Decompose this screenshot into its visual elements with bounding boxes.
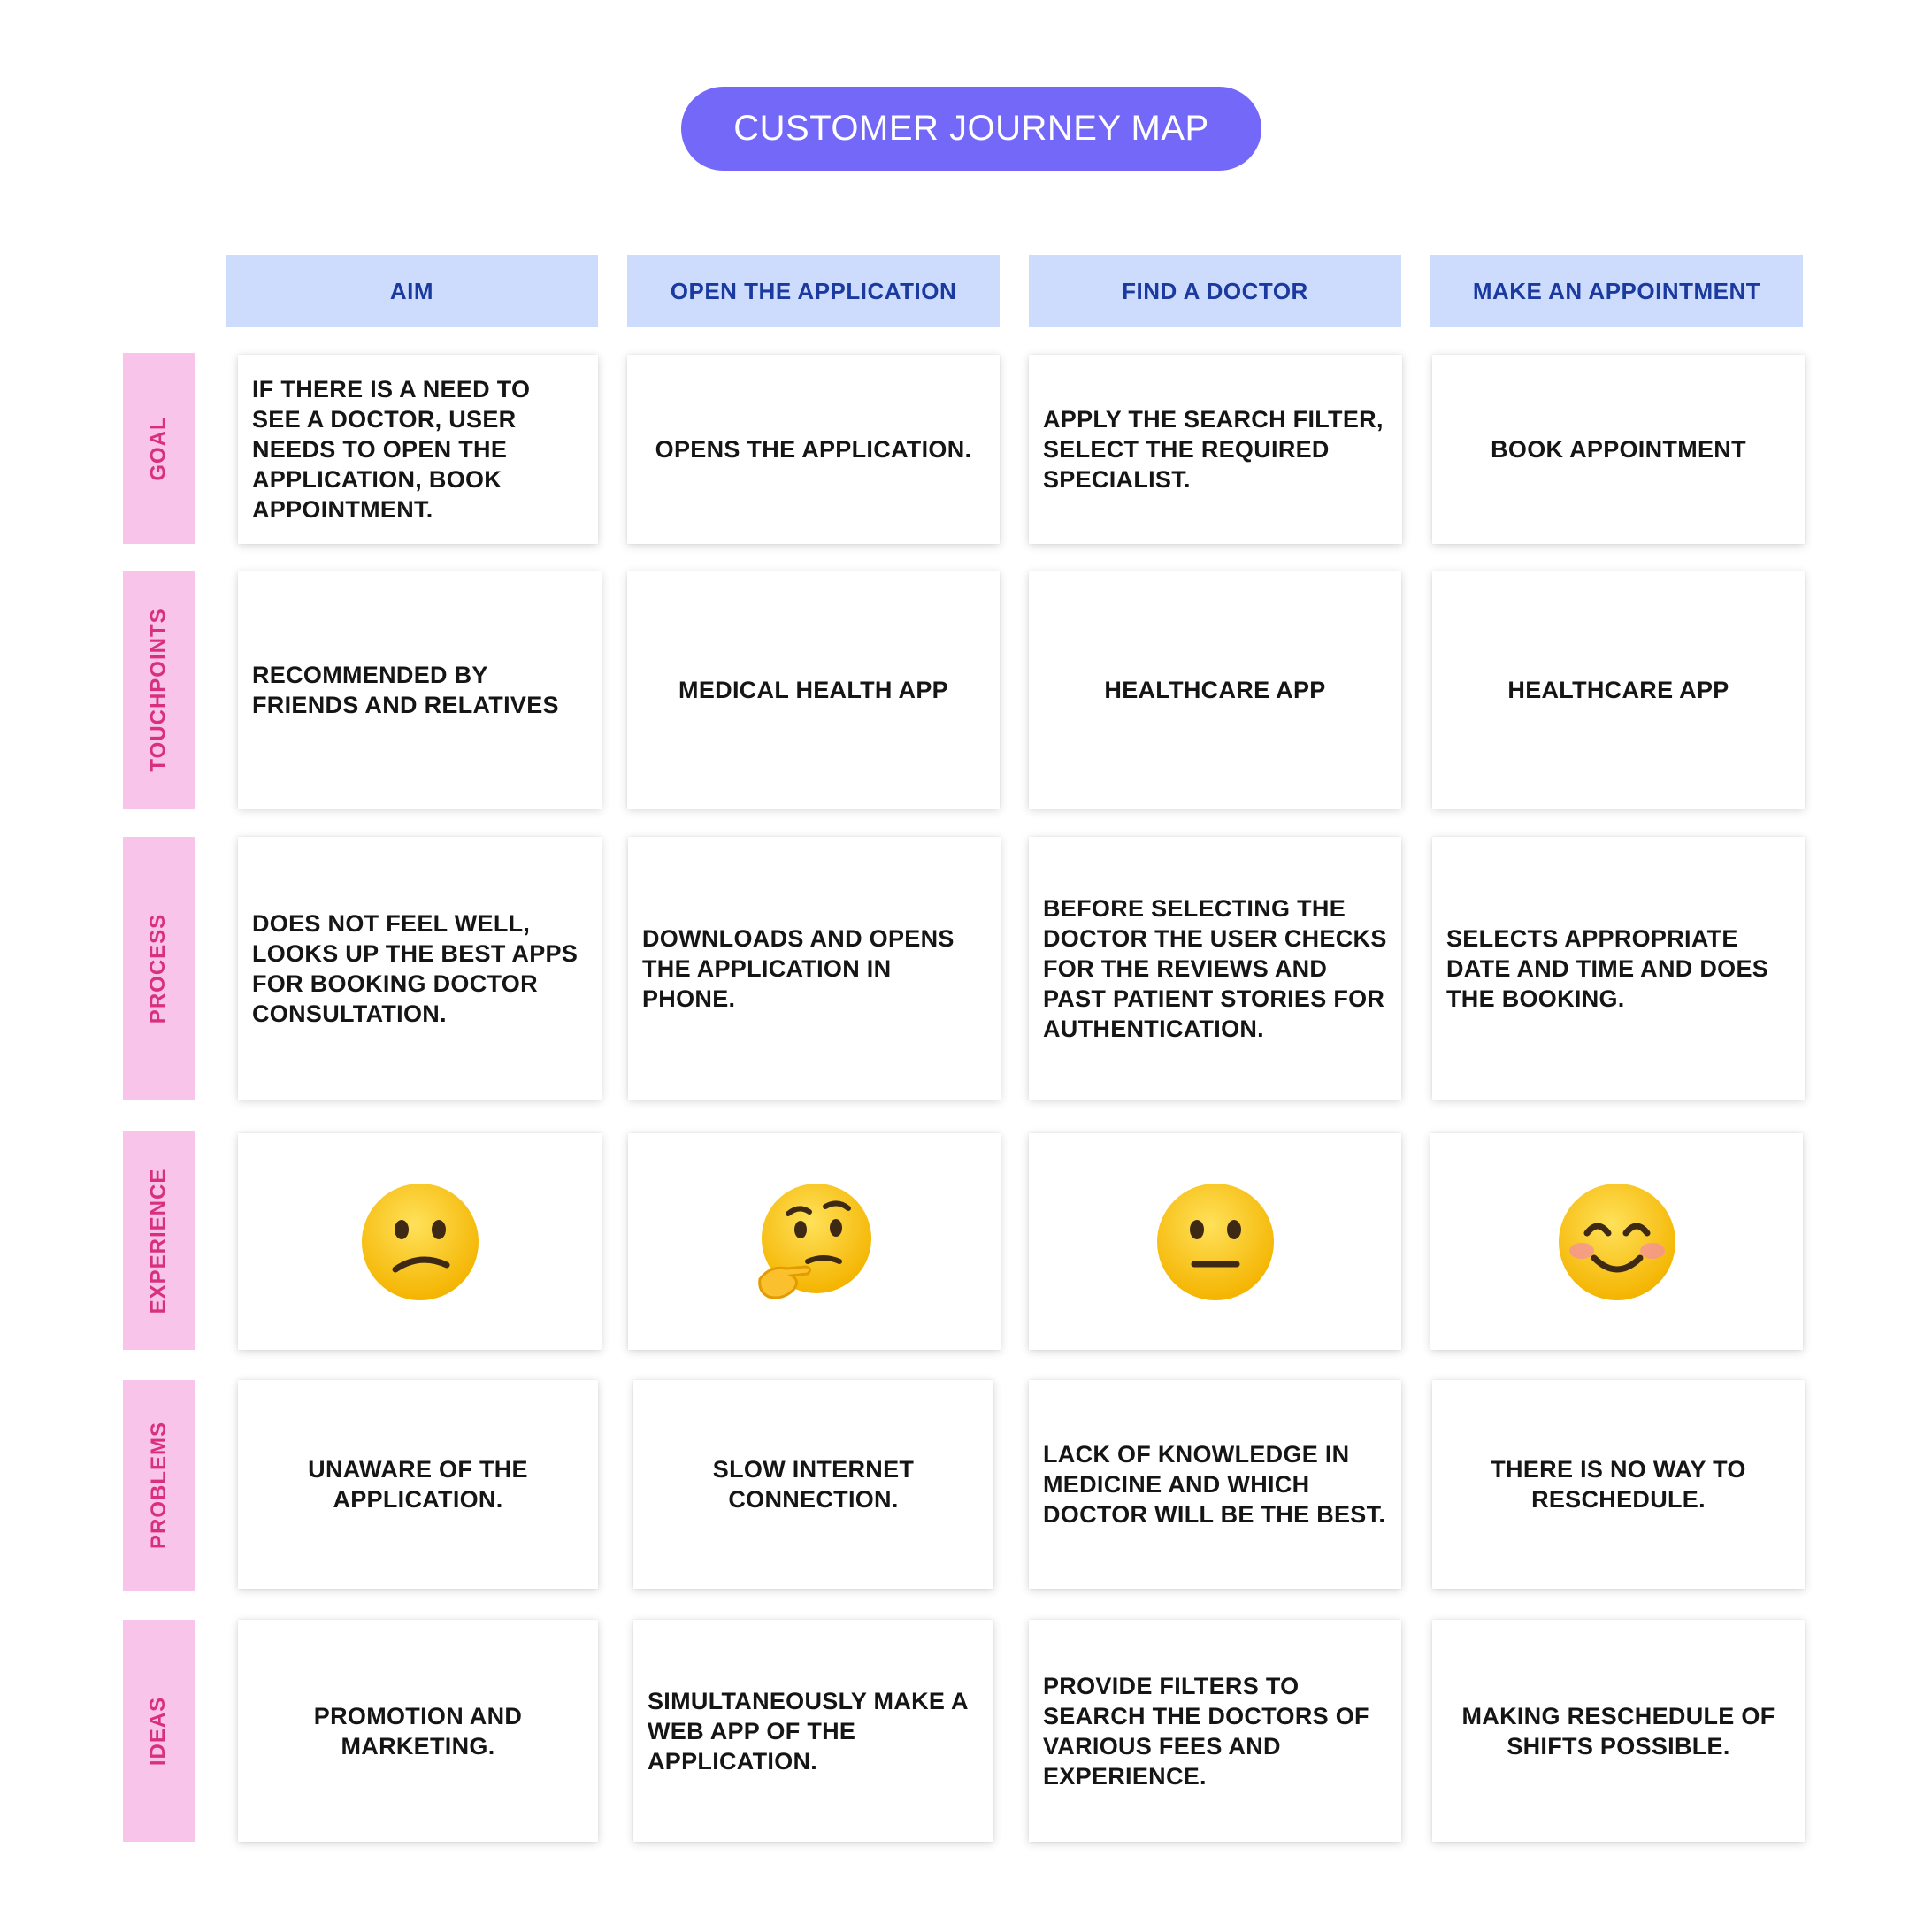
experience-cell-aim xyxy=(238,1133,602,1350)
problems-cell-make-appointment: THERE IS NO WAY TO RESCHEDULE. xyxy=(1432,1380,1805,1589)
column-header-find-doctor: FIND A DOCTOR xyxy=(1029,255,1401,327)
problems-cell-find-doctor: LACK OF KNOWLEDGE IN MEDICINE AND WHICH … xyxy=(1029,1380,1401,1589)
row-label-experience: EXPERIENCE xyxy=(123,1131,195,1350)
experience-cell-find-doctor xyxy=(1029,1133,1401,1350)
column-header-aim: AIM xyxy=(226,255,598,327)
column-header-make-appointment: MAKE AN APPOINTMENT xyxy=(1430,255,1803,327)
touchpoints-cell-find-doctor: HEALTHCARE APP xyxy=(1029,571,1401,809)
problems-cell-open-application: SLOW INTERNET CONNECTION. xyxy=(633,1380,993,1589)
thinking-face-icon xyxy=(757,1183,871,1299)
goal-cell-make-appointment: BOOK APPOINTMENT xyxy=(1432,355,1805,544)
goal-cell-find-doctor: APPLY THE SEARCH FILTER, SELECT THE REQU… xyxy=(1029,355,1402,544)
experience-cell-open-application xyxy=(628,1133,1000,1350)
ideas-cell-open-application: SIMULTANEOUSLY MAKE A WEB APP OF THE APP… xyxy=(633,1620,993,1842)
ideas-cell-make-appointment: MAKING RESCHEDULE OF SHIFTS POSSIBLE. xyxy=(1432,1620,1805,1842)
row-label-problems: PROBLEMS xyxy=(123,1380,195,1591)
problems-cell-aim: UNAWARE OF THE APPLICATION. xyxy=(238,1380,598,1589)
touchpoints-cell-make-appointment: HEALTHCARE APP xyxy=(1432,571,1805,809)
touchpoints-cell-aim: RECOMMENDED BY FRIENDS AND RELATIVES xyxy=(238,571,602,809)
process-cell-make-appointment: SELECTS APPROPRIATE DATE AND TIME AND DO… xyxy=(1432,837,1805,1100)
process-cell-aim: DOES NOT FEEL WELL, LOOKS UP THE BEST AP… xyxy=(238,837,602,1100)
confused-face-icon xyxy=(361,1183,479,1300)
goal-cell-open-application: OPENS THE APPLICATION. xyxy=(627,355,1000,544)
row-label-ideas: IDEAS xyxy=(123,1620,195,1842)
ideas-cell-aim: PROMOTION AND MARKETING. xyxy=(238,1620,598,1842)
page-title: CUSTOMER JOURNEY MAP xyxy=(681,87,1261,171)
touchpoints-cell-open-application: MEDICAL HEALTH APP xyxy=(627,571,1000,809)
goal-cell-aim: IF THERE IS A NEED TO SEE A DOCTOR, USER… xyxy=(238,355,598,544)
column-header-open-application: OPEN THE APPLICATION xyxy=(627,255,1000,327)
process-cell-find-doctor: BEFORE SELECTING THE DOCTOR THE USER CHE… xyxy=(1029,837,1401,1100)
experience-cell-make-appointment xyxy=(1430,1133,1803,1350)
smiling-face-icon xyxy=(1558,1183,1675,1300)
row-label-goal: GOAL xyxy=(123,353,195,544)
ideas-cell-find-doctor: PROVIDE FILTERS TO SEARCH THE DOCTORS OF… xyxy=(1029,1620,1401,1842)
row-label-touchpoints: TOUCHPOINTS xyxy=(123,571,195,809)
row-label-process: PROCESS xyxy=(123,837,195,1100)
process-cell-open-application: DOWNLOADS AND OPENS THE APPLICATION IN P… xyxy=(628,837,1000,1100)
neutral-face-icon xyxy=(1156,1183,1274,1300)
